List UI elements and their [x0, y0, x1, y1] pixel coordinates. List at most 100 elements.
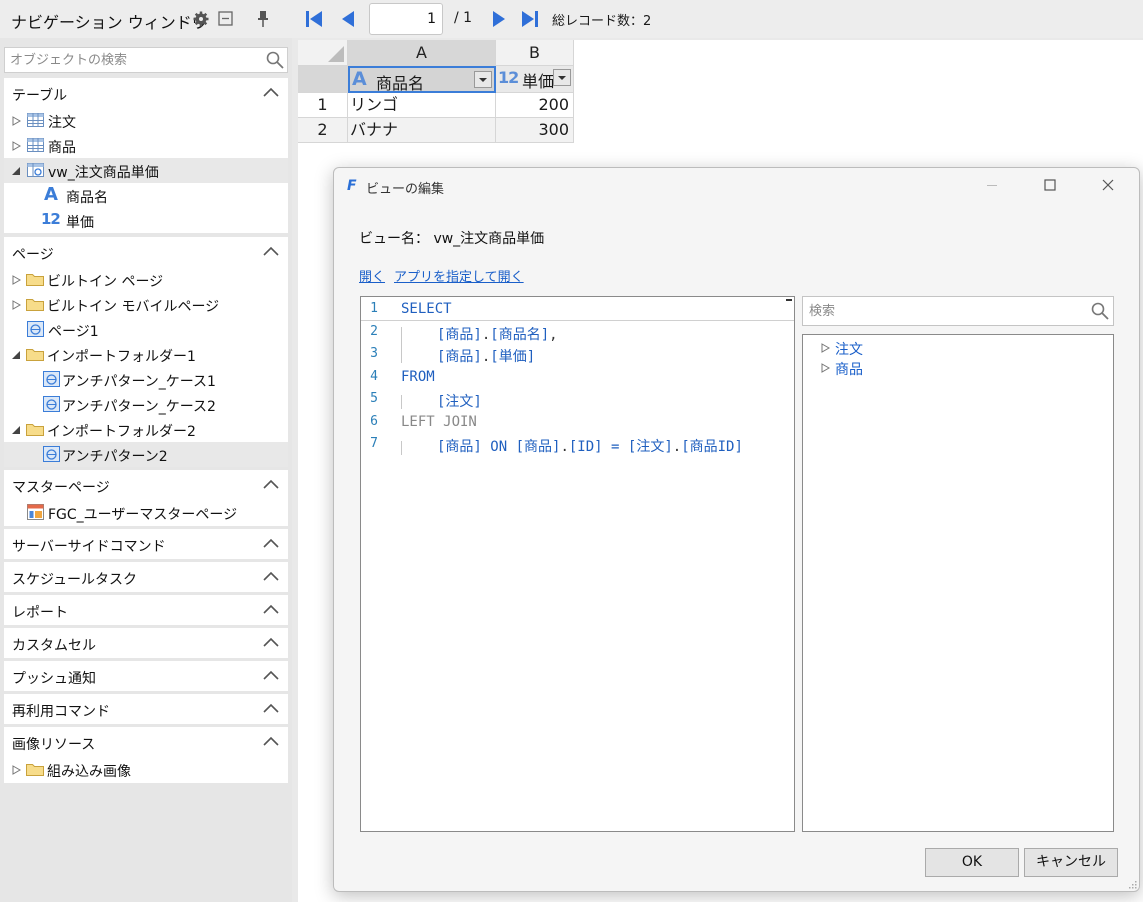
line-number: 7	[370, 436, 378, 451]
sql-editor[interactable]: 1 SELECT 2 [商品].[商品名], 3 [商品].[単価] 4 FRO…	[360, 296, 795, 832]
tree-item-field-name[interactable]: A 商品名	[4, 183, 288, 208]
chevron-up-icon[interactable]	[262, 735, 280, 747]
tree-item-field-price[interactable]: 12 単価	[4, 208, 288, 233]
field-header-cell-name[interactable]: A 商品名	[348, 66, 496, 93]
object-search-input[interactable]	[5, 48, 257, 72]
tree-item-view[interactable]: vw_注文商品単価	[4, 158, 288, 183]
text-field-icon: A	[352, 68, 367, 90]
tree-item-builtin-mobile-page[interactable]: ビルトイン モバイルページ	[4, 292, 288, 317]
filter-dropdown-icon[interactable]	[553, 69, 571, 86]
tree-item-antipattern-case1[interactable]: アンチパターン_ケース1	[4, 367, 288, 392]
column-header-b[interactable]: B	[496, 40, 574, 66]
code-token: [商品ID]	[681, 439, 743, 455]
tree-item-master-page[interactable]: FGC_ユーザーマスターページ	[4, 500, 288, 525]
section-header-pages[interactable]: ページ	[4, 237, 288, 267]
code-text: [注文]	[437, 394, 482, 410]
tree-item-import-folder-1[interactable]: インポートフォルダー1	[4, 342, 288, 367]
cell-product-name[interactable]: リンゴ	[348, 93, 496, 118]
text-field-icon: A	[44, 184, 58, 205]
search-icon[interactable]	[265, 50, 285, 70]
section-scheduled-tasks[interactable]: スケジュールタスク	[4, 562, 288, 592]
table-icon	[26, 136, 46, 154]
filter-dropdown-icon[interactable]	[474, 71, 492, 88]
gear-icon[interactable]	[192, 10, 210, 28]
chevron-up-icon[interactable]	[262, 603, 280, 615]
select-all-corner[interactable]	[298, 40, 348, 66]
close-icon[interactable]	[1100, 177, 1116, 193]
chevron-up-icon[interactable]	[262, 570, 280, 582]
section-server-commands[interactable]: サーバーサイドコマンド	[4, 529, 288, 559]
column-header-a[interactable]: A	[348, 40, 496, 66]
open-with-app-link[interactable]: アプリを指定して開く	[394, 266, 524, 285]
maximize-icon[interactable]	[1042, 177, 1058, 193]
row-header[interactable]: 1	[298, 93, 348, 118]
expand-arrow-icon[interactable]	[12, 116, 21, 126]
tree-item-label: アンチパターン_ケース2	[62, 399, 216, 415]
code-text: [商品] ON [商品].[ID] = [注文].[商品ID]	[437, 436, 743, 456]
dialog-title: ビューの編集	[366, 182, 445, 197]
open-link[interactable]: 開く	[359, 266, 385, 285]
chevron-up-icon[interactable]	[262, 86, 280, 98]
section-title: テーブル	[12, 88, 68, 104]
tree-item-page1[interactable]: ページ1	[4, 317, 288, 342]
next-page-icon[interactable]	[488, 8, 510, 30]
section-custom-cells[interactable]: カスタムセル	[4, 628, 288, 658]
expand-arrow-icon[interactable]	[821, 343, 830, 353]
tree-item-builtin-images[interactable]: 組み込み画像	[4, 757, 288, 782]
field-header-cell-price[interactable]: 12 単価	[496, 66, 574, 93]
ok-button[interactable]: OK	[925, 848, 1019, 877]
section-push-notifications[interactable]: プッシュ通知	[4, 661, 288, 691]
row-header-field[interactable]	[298, 66, 348, 93]
cell-price[interactable]: 300	[496, 118, 574, 143]
row-header[interactable]: 2	[298, 118, 348, 143]
pin-icon[interactable]	[254, 10, 272, 28]
expand-arrow-icon[interactable]	[12, 765, 21, 775]
section-reports[interactable]: レポート	[4, 595, 288, 625]
chevron-up-icon[interactable]	[262, 537, 280, 549]
cell-product-name[interactable]: バナナ	[348, 118, 496, 143]
collapse-arrow-icon[interactable]	[11, 425, 20, 435]
folder-icon	[25, 420, 45, 438]
chevron-up-icon[interactable]	[262, 702, 280, 714]
collapse-arrow-icon[interactable]	[11, 166, 20, 176]
previous-page-icon[interactable]	[337, 8, 359, 30]
search-icon[interactable]	[1090, 301, 1110, 321]
tree-item-table-order[interactable]: 注文	[4, 108, 288, 133]
page-number-input[interactable]	[369, 3, 443, 35]
chevron-up-icon[interactable]	[262, 669, 280, 681]
tree-item-table-product[interactable]: 商品	[4, 133, 288, 158]
table-icon	[26, 111, 46, 129]
section-reusable-commands[interactable]: 再利用コマンド	[4, 694, 288, 724]
section-title: レポート	[12, 605, 68, 621]
first-page-icon[interactable]	[303, 8, 325, 30]
section-title: ページ	[12, 247, 54, 263]
code-token: .	[560, 439, 569, 455]
section-header-tables[interactable]: テーブル	[4, 78, 288, 108]
section-header-image-resources[interactable]: 画像リソース	[4, 727, 288, 757]
tree-item-antipattern-case2[interactable]: アンチパターン_ケース2	[4, 392, 288, 417]
tree-item-label: FGC_ユーザーマスターページ	[48, 507, 238, 523]
cancel-button[interactable]: キャンセル	[1024, 848, 1118, 877]
chevron-up-icon[interactable]	[262, 245, 280, 257]
tree-item-antipattern2[interactable]: アンチパターン2	[4, 442, 288, 467]
last-page-icon[interactable]	[519, 8, 541, 30]
tree-item-label: インポートフォルダー2	[47, 424, 196, 440]
expand-arrow-icon[interactable]	[12, 141, 21, 151]
cell-price[interactable]: 200	[496, 93, 574, 118]
number-field-icon: 12	[498, 68, 519, 87]
code-text: LEFT JOIN	[401, 414, 477, 430]
tree-item-import-folder-2[interactable]: インポートフォルダー2	[4, 417, 288, 442]
expand-arrow-icon[interactable]	[12, 300, 21, 310]
collapse-icon[interactable]	[217, 10, 235, 28]
expand-arrow-icon[interactable]	[821, 363, 830, 373]
chevron-up-icon[interactable]	[262, 636, 280, 648]
section-header-master-pages[interactable]: マスターページ	[4, 470, 288, 500]
collapse-arrow-icon[interactable]	[11, 350, 20, 360]
expand-arrow-icon[interactable]	[12, 275, 21, 285]
resize-grip-icon[interactable]	[1127, 879, 1137, 889]
minimize-icon[interactable]	[984, 177, 1000, 193]
code-line: 7 [商品] ON [商品].[ID] = [注文].[商品ID]	[361, 434, 794, 456]
tree-item-builtin-page[interactable]: ビルトイン ページ	[4, 267, 288, 292]
dialog-search-input[interactable]	[803, 297, 1083, 325]
chevron-up-icon[interactable]	[262, 478, 280, 490]
